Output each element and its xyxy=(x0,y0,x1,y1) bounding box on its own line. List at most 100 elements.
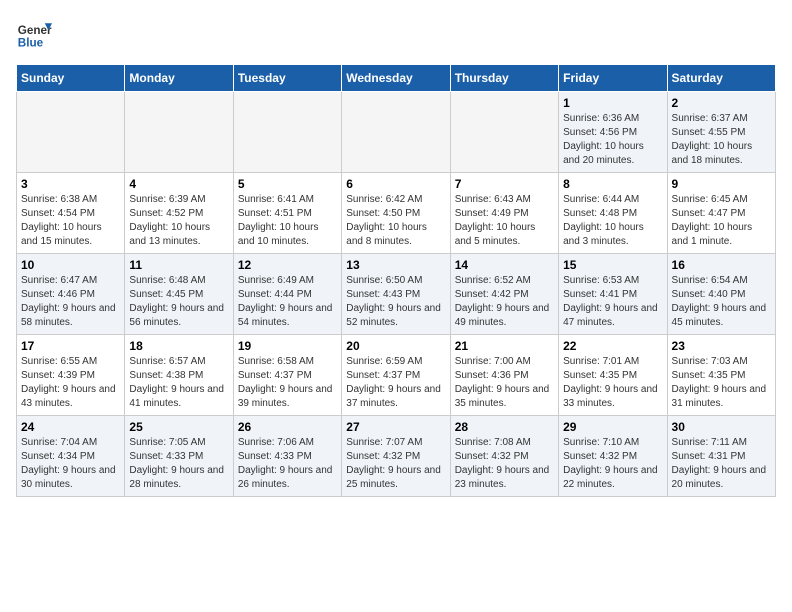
day-info: Sunrise: 7:03 AM Sunset: 4:35 PM Dayligh… xyxy=(672,355,771,411)
day-number: 19 xyxy=(238,339,337,353)
svg-text:Blue: Blue xyxy=(18,37,44,50)
day-info: Sunrise: 6:49 AM Sunset: 4:44 PM Dayligh… xyxy=(238,274,337,330)
day-number: 25 xyxy=(129,420,228,434)
weekday-header-row: SundayMondayTuesdayWednesdayThursdayFrid… xyxy=(17,65,776,92)
day-number: 26 xyxy=(238,420,337,434)
calendar-cell xyxy=(125,92,233,173)
day-info: Sunrise: 7:07 AM Sunset: 4:32 PM Dayligh… xyxy=(346,436,445,492)
weekday-header-wednesday: Wednesday xyxy=(342,65,450,92)
logo: General Blue xyxy=(16,16,52,52)
day-number: 4 xyxy=(129,177,228,191)
day-info: Sunrise: 6:55 AM Sunset: 4:39 PM Dayligh… xyxy=(21,355,120,411)
calendar-cell: 18 Sunrise: 6:57 AM Sunset: 4:38 PM Dayli… xyxy=(125,335,233,416)
calendar-cell: 17 Sunrise: 6:55 AM Sunset: 4:39 PM Dayli… xyxy=(17,335,125,416)
calendar-body: 1 Sunrise: 6:36 AM Sunset: 4:56 PM Daylig… xyxy=(17,92,776,497)
day-info: Sunrise: 6:52 AM Sunset: 4:42 PM Dayligh… xyxy=(455,274,554,330)
day-number: 24 xyxy=(21,420,120,434)
day-number: 7 xyxy=(455,177,554,191)
calendar-cell: 8 Sunrise: 6:44 AM Sunset: 4:48 PM Daylig… xyxy=(559,173,667,254)
day-info: Sunrise: 6:39 AM Sunset: 4:52 PM Dayligh… xyxy=(129,193,228,249)
calendar-cell xyxy=(450,92,558,173)
day-number: 10 xyxy=(21,258,120,272)
day-number: 21 xyxy=(455,339,554,353)
day-info: Sunrise: 6:58 AM Sunset: 4:37 PM Dayligh… xyxy=(238,355,337,411)
day-number: 23 xyxy=(672,339,771,353)
calendar-cell: 15 Sunrise: 6:53 AM Sunset: 4:41 PM Dayli… xyxy=(559,254,667,335)
calendar-table: SundayMondayTuesdayWednesdayThursdayFrid… xyxy=(16,64,776,497)
day-info: Sunrise: 6:42 AM Sunset: 4:50 PM Dayligh… xyxy=(346,193,445,249)
day-number: 8 xyxy=(563,177,662,191)
day-info: Sunrise: 7:06 AM Sunset: 4:33 PM Dayligh… xyxy=(238,436,337,492)
day-info: Sunrise: 6:47 AM Sunset: 4:46 PM Dayligh… xyxy=(21,274,120,330)
day-number: 22 xyxy=(563,339,662,353)
day-number: 1 xyxy=(563,96,662,110)
day-number: 18 xyxy=(129,339,228,353)
day-number: 13 xyxy=(346,258,445,272)
day-number: 11 xyxy=(129,258,228,272)
calendar-week-5: 24 Sunrise: 7:04 AM Sunset: 4:34 PM Dayli… xyxy=(17,416,776,497)
calendar-cell: 24 Sunrise: 7:04 AM Sunset: 4:34 PM Dayli… xyxy=(17,416,125,497)
weekday-header-saturday: Saturday xyxy=(667,65,775,92)
calendar-cell: 29 Sunrise: 7:10 AM Sunset: 4:32 PM Dayli… xyxy=(559,416,667,497)
calendar-cell: 23 Sunrise: 7:03 AM Sunset: 4:35 PM Dayli… xyxy=(667,335,775,416)
day-info: Sunrise: 7:10 AM Sunset: 4:32 PM Dayligh… xyxy=(563,436,662,492)
calendar-cell: 5Sunrise: 6:41 AM Sunset: 4:51 PM Daylig… xyxy=(233,173,341,254)
day-info: Sunrise: 6:53 AM Sunset: 4:41 PM Dayligh… xyxy=(563,274,662,330)
day-info: Sunrise: 6:44 AM Sunset: 4:48 PM Dayligh… xyxy=(563,193,662,249)
calendar-cell xyxy=(342,92,450,173)
calendar-cell: 6 Sunrise: 6:42 AM Sunset: 4:50 PM Daylig… xyxy=(342,173,450,254)
day-number: 30 xyxy=(672,420,771,434)
day-info: Sunrise: 7:11 AM Sunset: 4:31 PM Dayligh… xyxy=(672,436,771,492)
day-number: 6 xyxy=(346,177,445,191)
calendar-cell: 20 Sunrise: 6:59 AM Sunset: 4:37 PM Dayli… xyxy=(342,335,450,416)
calendar-cell: 19 Sunrise: 6:58 AM Sunset: 4:37 PM Dayli… xyxy=(233,335,341,416)
logo-icon: General Blue xyxy=(16,16,52,52)
calendar-week-2: 3Sunrise: 6:38 AM Sunset: 4:54 PM Daylig… xyxy=(17,173,776,254)
weekday-header-friday: Friday xyxy=(559,65,667,92)
day-number: 12 xyxy=(238,258,337,272)
calendar-cell: 25Sunrise: 7:05 AM Sunset: 4:33 PM Dayli… xyxy=(125,416,233,497)
day-number: 3 xyxy=(21,177,120,191)
calendar-cell: 16Sunrise: 6:54 AM Sunset: 4:40 PM Dayli… xyxy=(667,254,775,335)
day-info: Sunrise: 6:59 AM Sunset: 4:37 PM Dayligh… xyxy=(346,355,445,411)
calendar-week-1: 1 Sunrise: 6:36 AM Sunset: 4:56 PM Daylig… xyxy=(17,92,776,173)
calendar-cell: 4 Sunrise: 6:39 AM Sunset: 4:52 PM Daylig… xyxy=(125,173,233,254)
calendar-cell xyxy=(17,92,125,173)
day-number: 15 xyxy=(563,258,662,272)
day-info: Sunrise: 6:54 AM Sunset: 4:40 PM Dayligh… xyxy=(672,274,771,330)
calendar-cell: 26 Sunrise: 7:06 AM Sunset: 4:33 PM Dayli… xyxy=(233,416,341,497)
day-info: Sunrise: 6:36 AM Sunset: 4:56 PM Dayligh… xyxy=(563,112,662,168)
day-info: Sunrise: 6:45 AM Sunset: 4:47 PM Dayligh… xyxy=(672,193,771,249)
calendar-cell: 9Sunrise: 6:45 AM Sunset: 4:47 PM Daylig… xyxy=(667,173,775,254)
weekday-header-sunday: Sunday xyxy=(17,65,125,92)
day-number: 29 xyxy=(563,420,662,434)
day-number: 5 xyxy=(238,177,337,191)
day-number: 20 xyxy=(346,339,445,353)
calendar-cell: 11Sunrise: 6:48 AM Sunset: 4:45 PM Dayli… xyxy=(125,254,233,335)
calendar-cell: 21 Sunrise: 7:00 AM Sunset: 4:36 PM Dayli… xyxy=(450,335,558,416)
calendar-cell: 22Sunrise: 7:01 AM Sunset: 4:35 PM Dayli… xyxy=(559,335,667,416)
weekday-header-thursday: Thursday xyxy=(450,65,558,92)
calendar-cell: 2Sunrise: 6:37 AM Sunset: 4:55 PM Daylig… xyxy=(667,92,775,173)
day-info: Sunrise: 6:43 AM Sunset: 4:49 PM Dayligh… xyxy=(455,193,554,249)
day-info: Sunrise: 6:57 AM Sunset: 4:38 PM Dayligh… xyxy=(129,355,228,411)
calendar-cell: 3Sunrise: 6:38 AM Sunset: 4:54 PM Daylig… xyxy=(17,173,125,254)
calendar-cell: 28 Sunrise: 7:08 AM Sunset: 4:32 PM Dayli… xyxy=(450,416,558,497)
day-number: 14 xyxy=(455,258,554,272)
day-number: 28 xyxy=(455,420,554,434)
day-info: Sunrise: 7:08 AM Sunset: 4:32 PM Dayligh… xyxy=(455,436,554,492)
calendar-cell: 30 Sunrise: 7:11 AM Sunset: 4:31 PM Dayli… xyxy=(667,416,775,497)
page-header: General Blue xyxy=(16,16,776,52)
day-info: Sunrise: 6:50 AM Sunset: 4:43 PM Dayligh… xyxy=(346,274,445,330)
calendar-cell: 12 Sunrise: 6:49 AM Sunset: 4:44 PM Dayli… xyxy=(233,254,341,335)
calendar-cell: 27Sunrise: 7:07 AM Sunset: 4:32 PM Dayli… xyxy=(342,416,450,497)
calendar-cell: 7 Sunrise: 6:43 AM Sunset: 4:49 PM Daylig… xyxy=(450,173,558,254)
day-info: Sunrise: 7:04 AM Sunset: 4:34 PM Dayligh… xyxy=(21,436,120,492)
day-number: 17 xyxy=(21,339,120,353)
calendar-cell: 13 Sunrise: 6:50 AM Sunset: 4:43 PM Dayli… xyxy=(342,254,450,335)
day-info: Sunrise: 7:00 AM Sunset: 4:36 PM Dayligh… xyxy=(455,355,554,411)
weekday-header-tuesday: Tuesday xyxy=(233,65,341,92)
day-info: Sunrise: 6:37 AM Sunset: 4:55 PM Dayligh… xyxy=(672,112,771,168)
calendar-header: SundayMondayTuesdayWednesdayThursdayFrid… xyxy=(17,65,776,92)
calendar-cell xyxy=(233,92,341,173)
